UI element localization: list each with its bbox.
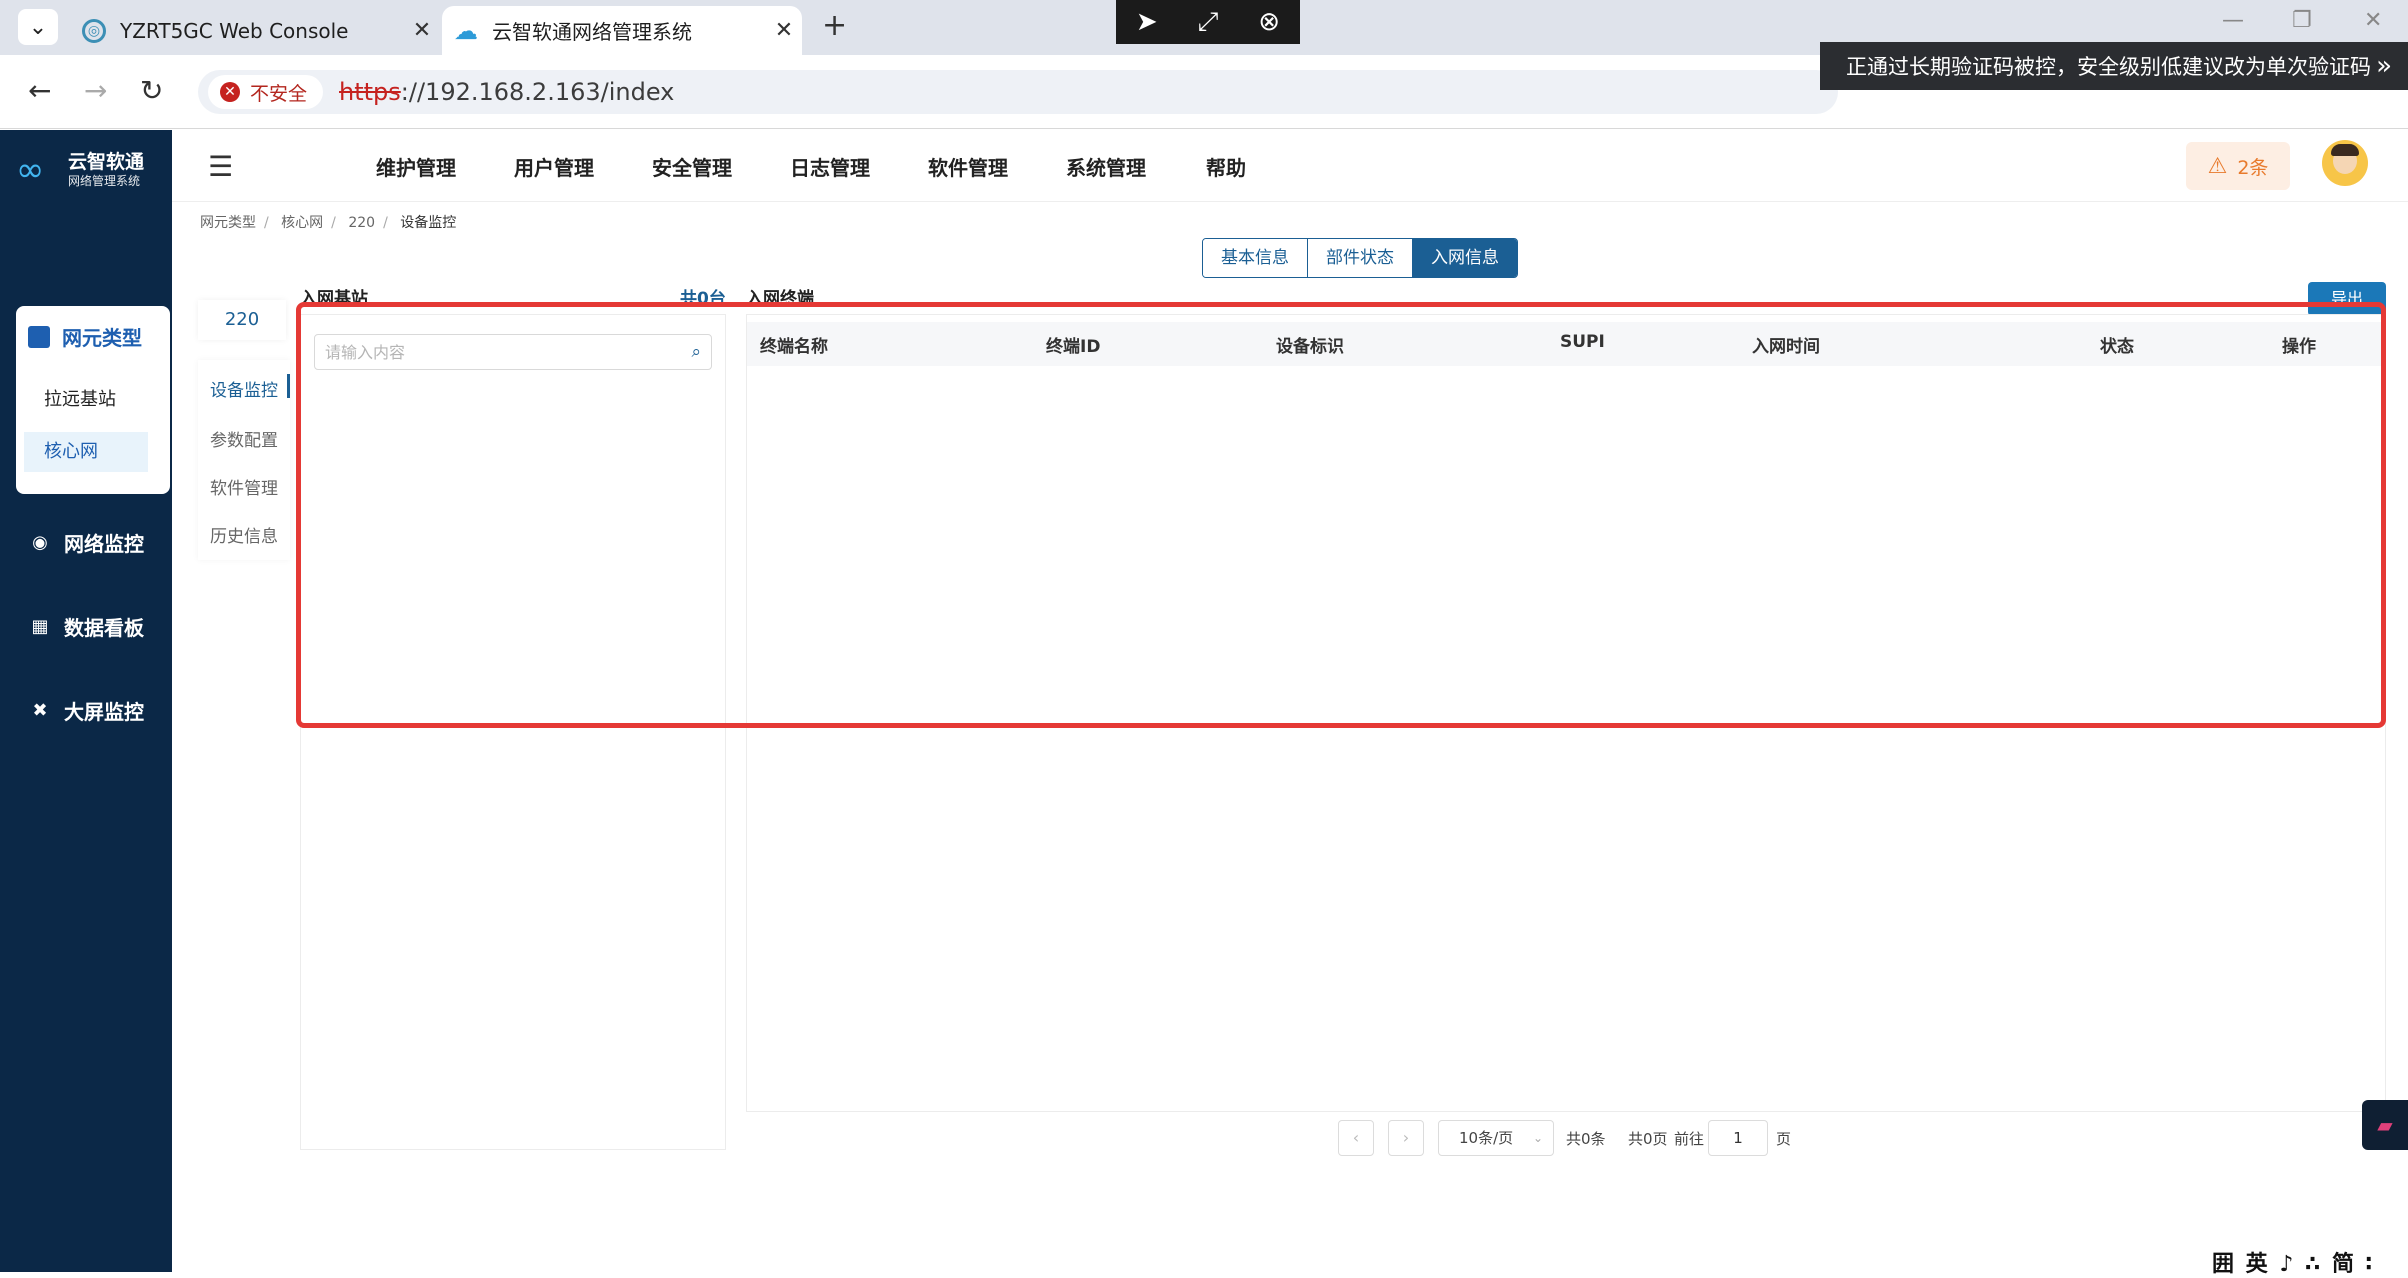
breadcrumb-item[interactable]: 网元类型	[200, 215, 256, 231]
alarm-count: 2条	[2237, 156, 2269, 179]
url-host-path: ://192.168.2.163/index	[400, 78, 675, 106]
url-bar[interactable]: ✕ 不安全 https://192.168.2.163/index	[198, 70, 1838, 114]
annotation-highlight-box	[296, 302, 2386, 728]
sidebar-subitem-core-network[interactable]: 核心网	[24, 432, 148, 472]
device-nav-software[interactable]: 软件管理	[210, 474, 278, 499]
warning-icon: ✕	[220, 82, 240, 102]
sidebar-item-dashboard[interactable]: ▦ 数据看板	[30, 612, 144, 641]
cloud-logo-icon: ∞	[16, 150, 45, 190]
pointer-icon[interactable]: ➤	[1136, 7, 1158, 37]
app-logo: ∞ 云智软通 网络管理系统	[16, 146, 166, 194]
alarm-light-icon: ⚠	[2207, 153, 2228, 179]
page-size-value: 10条/页	[1459, 1129, 1514, 1147]
reload-icon[interactable]: ↻	[140, 74, 163, 107]
notice-text: 正通过长期验证码被控，安全级别低建议改为单次验证码	[1846, 55, 2371, 79]
console-favicon-icon: ◎	[82, 18, 106, 43]
double-chevron-right-icon[interactable]: »	[2376, 51, 2392, 81]
topnav-security[interactable]: 安全管理	[652, 152, 732, 181]
tab-search-chevron-icon[interactable]: ⌄	[18, 9, 58, 45]
sidebar-item-element-types[interactable]: 网元类型	[28, 322, 142, 351]
device-name: 220	[198, 300, 286, 340]
info-tabs: 基本信息 部件状态 入网信息	[1202, 238, 1518, 278]
cloud-favicon-icon: ☁	[454, 16, 478, 45]
breadcrumb-current: 设备监控	[400, 215, 457, 231]
site-security-chip[interactable]: ✕ 不安全	[208, 75, 324, 109]
fullscreen-icon[interactable]: ⤢	[1198, 7, 1219, 38]
url-scheme: https	[339, 78, 401, 106]
window-close-icon[interactable]: ✕	[2364, 8, 2382, 33]
breadcrumb-item[interactable]: 220	[348, 215, 375, 231]
forward-icon[interactable]: →	[84, 74, 107, 107]
server-icon	[28, 325, 50, 348]
new-tab-plus-icon[interactable]: +	[822, 8, 847, 43]
tab-access-info[interactable]: 入网信息	[1413, 239, 1517, 277]
network-monitor-icon: ◉	[32, 531, 48, 553]
device-nav-params[interactable]: 参数配置	[210, 426, 278, 451]
logo-subtitle: 网络管理系统	[68, 174, 141, 188]
tab-close-icon[interactable]: ✕	[404, 18, 440, 43]
goto-label: 前往	[1674, 1130, 1705, 1148]
next-page-chevron-icon[interactable]: ›	[1388, 1120, 1424, 1156]
sidebar-item-network-monitor[interactable]: ◉ 网络监控	[30, 528, 144, 557]
alarm-badge[interactable]: ⚠ 2条	[2186, 142, 2290, 190]
restore-icon[interactable]: ❐	[2292, 8, 2312, 33]
big-screen-icon: ✖	[32, 699, 48, 721]
close-circle-icon[interactable]: ⊗	[1258, 7, 1280, 37]
tab-title: 云智软通网络管理系统	[492, 20, 692, 44]
device-nav-history[interactable]: 历史信息	[210, 522, 278, 547]
chevron-down-icon: ⌄	[1532, 1131, 1543, 1145]
total-records: 共0条	[1566, 1130, 1606, 1148]
topnav-maintenance[interactable]: 维护管理	[376, 152, 456, 181]
remote-control-notice: 正通过长期验证码被控，安全级别低建议改为单次验证码 »	[1820, 42, 2408, 90]
app-header	[172, 130, 2408, 202]
active-indicator	[287, 374, 290, 398]
device-nav-monitor[interactable]: 设备监控	[210, 376, 278, 401]
floating-folder-icon[interactable]: ▰	[2362, 1100, 2408, 1150]
topnav-users[interactable]: 用户管理	[514, 152, 594, 181]
topnav-system[interactable]: 系统管理	[1066, 152, 1146, 181]
breadcrumb-item[interactable]: 核心网	[281, 215, 323, 231]
tab-basic-info[interactable]: 基本信息	[1203, 239, 1308, 277]
avatar-hair	[2331, 144, 2359, 156]
security-label: 不安全	[250, 82, 308, 105]
sidebar-item-label: 数据看板	[64, 616, 144, 640]
page-size-select[interactable]: 10条/页 ⌄	[1438, 1120, 1554, 1156]
browser-tab-console[interactable]: ◎ YZRT5GC Web Console ✕	[70, 6, 440, 55]
user-avatar[interactable]	[2322, 140, 2368, 186]
minimize-icon[interactable]: —	[2222, 8, 2244, 33]
topnav-software[interactable]: 软件管理	[928, 152, 1008, 181]
sidebar-item-label: 大屏监控	[64, 700, 144, 724]
sidebar-subitem-remote-base-station[interactable]: 拉远基站	[24, 380, 148, 420]
sidebar-item-label: 网元类型	[62, 326, 142, 350]
back-icon[interactable]: ←	[28, 74, 51, 107]
breadcrumb: 网元类型 / 核心网/ 220/ 设备监控	[200, 215, 457, 231]
tab-close-icon[interactable]: ✕	[766, 18, 802, 43]
topnav-help[interactable]: 帮助	[1206, 152, 1246, 181]
page-unit-label: 页	[1776, 1130, 1792, 1148]
dashboard-icon: ▦	[31, 615, 49, 637]
sidebar-item-big-screen[interactable]: ✖ 大屏监控	[30, 696, 144, 725]
remote-session-toolbar: ➤ ⤢ ⊗	[1116, 0, 1300, 44]
tab-title: YZRT5GC Web Console	[120, 18, 349, 43]
browser-tab-active[interactable]: ☁ 云智软通网络管理系统 ✕	[442, 6, 802, 55]
url-text[interactable]: https://192.168.2.163/index	[339, 78, 674, 106]
logo-name: 云智软通	[68, 151, 145, 173]
tab-component-status[interactable]: 部件状态	[1308, 239, 1413, 277]
prev-page-chevron-icon[interactable]: ‹	[1338, 1120, 1374, 1156]
menu-collapse-icon[interactable]: ☰	[208, 150, 233, 183]
topnav-logs[interactable]: 日志管理	[790, 152, 870, 181]
goto-page-input[interactable]: 1	[1708, 1120, 1768, 1156]
sidebar-item-label: 网络监控	[64, 532, 144, 556]
total-pages: 共0页	[1628, 1130, 1668, 1148]
ime-toolbar[interactable]: 囲 英 ♪ ∴ 简 ∶	[2212, 1246, 2408, 1277]
